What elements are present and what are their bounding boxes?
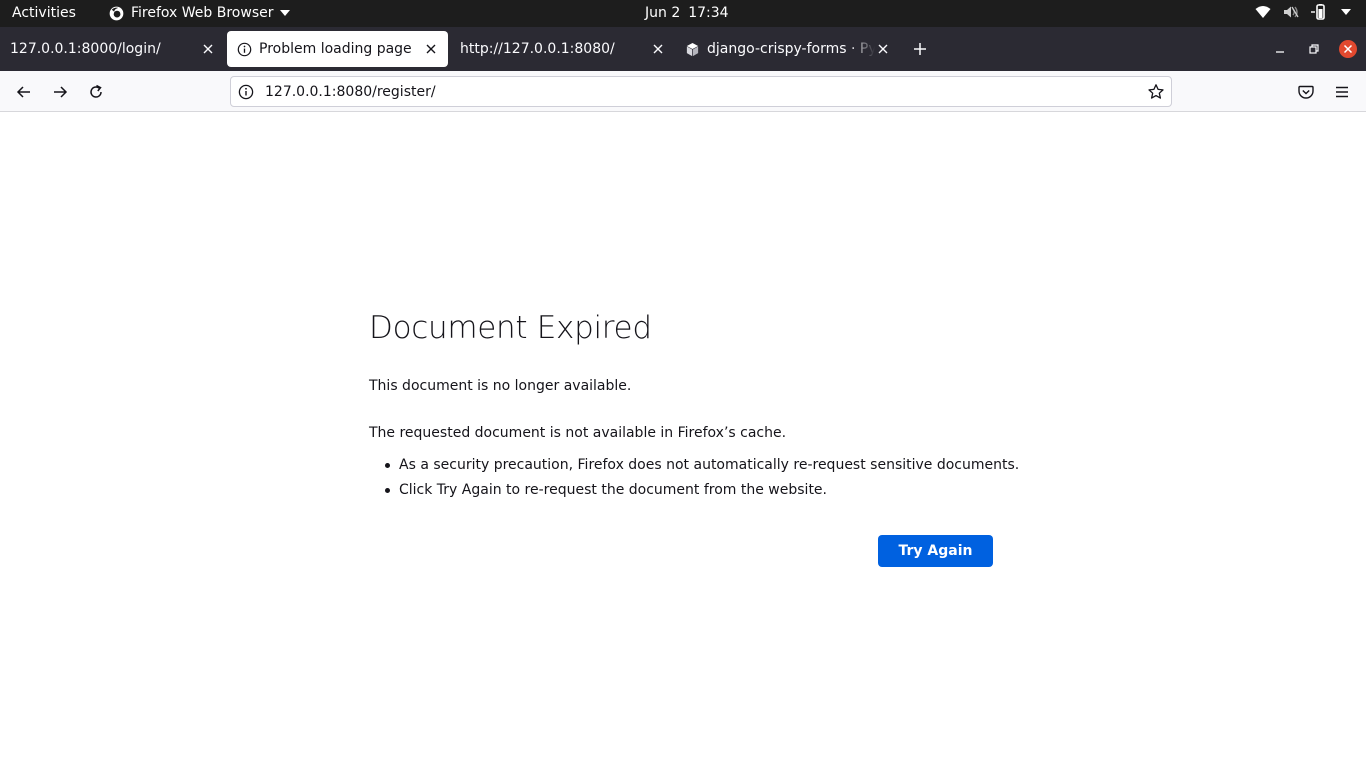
close-icon[interactable] [876, 42, 890, 56]
error-short-description: This document is no longer available. [369, 378, 632, 394]
power-menu-icon [1341, 9, 1351, 15]
chevron-down-icon [279, 10, 290, 16]
system-tray[interactable] [1255, 4, 1351, 20]
try-again-button[interactable]: Try Again [878, 535, 993, 567]
battery-icon [1311, 4, 1325, 20]
tab-strip: 127.0.0.1:8000/login/ Problem loading pa… [0, 27, 1366, 71]
tab-localhost-8080[interactable]: http://127.0.0.1:8080/ [450, 31, 675, 67]
site-info-icon[interactable] [238, 84, 254, 100]
reload-icon[interactable] [87, 83, 105, 101]
tab-login[interactable]: 127.0.0.1:8000/login/ [0, 31, 225, 67]
error-long-description: The requested document is not available … [369, 425, 787, 441]
system-top-bar: Activities Firefox Web Browser Jun 2 17:3… [0, 0, 1366, 27]
error-title: Document Expired [369, 310, 652, 346]
clock[interactable]: Jun 2 17:34 [645, 5, 729, 21]
error-bullet-list: As a security precaution, Firefox does n… [385, 457, 1019, 507]
pocket-icon[interactable] [1297, 83, 1315, 101]
wifi-icon [1255, 6, 1271, 18]
close-icon[interactable] [201, 42, 215, 56]
navigation-toolbar: 127.0.0.1:8080/register/ [0, 71, 1366, 112]
list-item: As a security precaution, Firefox does n… [385, 457, 1019, 482]
volume-icon [1284, 6, 1299, 18]
tab-title: 127.0.0.1:8000/login/ [10, 41, 161, 57]
restore-icon[interactable] [1306, 42, 1320, 56]
new-tab-plus-icon[interactable] [912, 41, 928, 57]
list-item: Click Try Again to re-request the docume… [385, 482, 1019, 507]
tab-problem-loading[interactable]: Problem loading page [227, 31, 448, 67]
clock-time: 17:34 [688, 5, 729, 21]
error-page: Document Expired This document is no lon… [0, 112, 1366, 768]
activities-button[interactable]: Activities [12, 5, 76, 21]
close-icon[interactable] [651, 42, 665, 56]
back-arrow-icon[interactable] [15, 83, 33, 101]
tab-title: Problem loading page [259, 41, 412, 57]
tab-pypi[interactable]: django-crispy-forms · PyPI [675, 31, 900, 67]
info-icon [237, 42, 252, 56]
hamburger-menu-icon[interactable] [1333, 83, 1351, 101]
tab-title: django-crispy-forms · PyPI [707, 41, 875, 57]
minimize-icon[interactable] [1273, 42, 1287, 56]
url-bar[interactable]: 127.0.0.1:8080/register/ [230, 76, 1172, 107]
forward-arrow-icon[interactable] [51, 83, 69, 101]
app-menu-label: Firefox Web Browser [131, 5, 274, 21]
url-text[interactable]: 127.0.0.1:8080/register/ [265, 84, 436, 100]
close-icon[interactable] [424, 42, 438, 56]
pypi-cube-icon [686, 42, 699, 56]
firefox-logo-icon [109, 6, 124, 20]
tab-title: http://127.0.0.1:8080/ [460, 41, 615, 57]
app-menu[interactable]: Firefox Web Browser [109, 5, 290, 21]
clock-date: Jun 2 [645, 5, 681, 21]
close-window-icon[interactable] [1338, 39, 1358, 59]
bookmark-star-icon[interactable] [1147, 83, 1165, 101]
